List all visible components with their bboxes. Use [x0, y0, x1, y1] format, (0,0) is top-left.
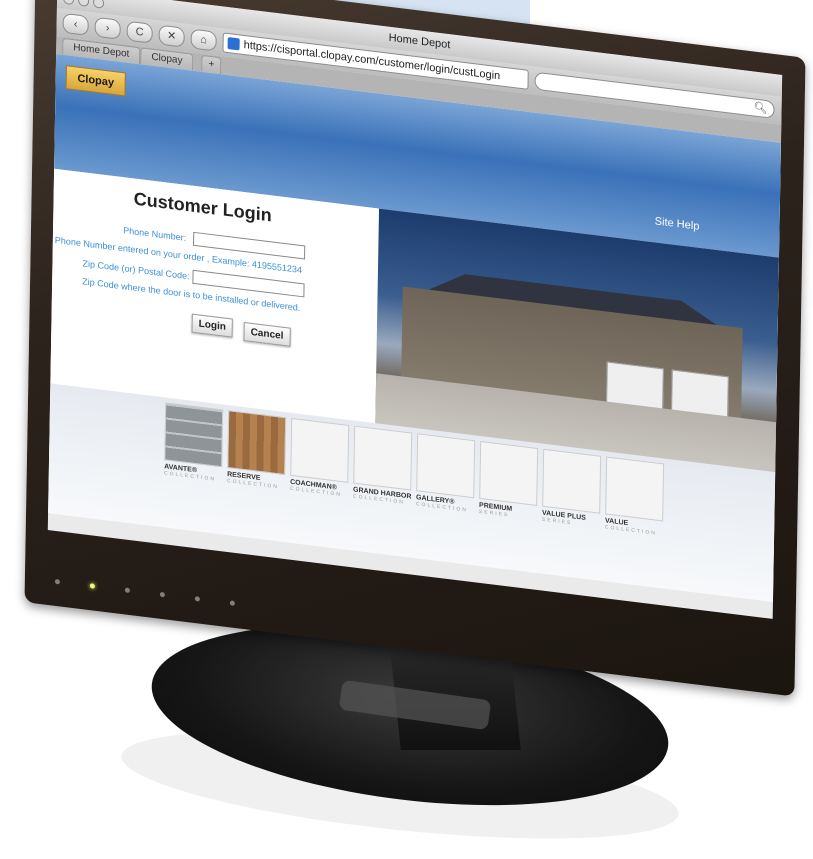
login-panel: Customer Login Phone Number: Phone Numbe… — [50, 168, 380, 424]
collection-item[interactable]: VALUE PLUS SERIES — [542, 448, 605, 530]
cancel-button[interactable]: Cancel — [243, 322, 291, 347]
door-thumbnail — [227, 410, 287, 476]
door-thumbnail — [164, 402, 224, 468]
collection-item[interactable]: COACHMAN® COLLECTION — [290, 417, 353, 499]
collection-item[interactable]: PREMIUM SERIES — [479, 441, 542, 522]
monitor-button[interactable] — [229, 600, 235, 606]
stop-button[interactable]: ✕ — [158, 24, 185, 48]
forward-button[interactable]: › — [94, 16, 121, 40]
monitor: Home Depot ‹ › C ✕ ⌂ https://cisportal.c… — [24, 0, 806, 697]
monitor-button[interactable] — [54, 578, 60, 585]
monitor-button[interactable] — [194, 596, 200, 602]
power-led — [89, 583, 95, 589]
login-button[interactable]: Login — [191, 313, 234, 338]
page-title: Customer Login — [133, 188, 272, 226]
door-thumbnail — [353, 425, 413, 491]
site-help-link[interactable]: Site Help — [655, 215, 700, 232]
clopay-logo[interactable]: Clopay — [65, 65, 126, 97]
collection-item[interactable]: GALLERY® COLLECTION — [416, 433, 479, 514]
door-thumbnail — [290, 417, 350, 483]
collection-item[interactable]: AVANTE® COLLECTION — [164, 402, 227, 483]
collection-item[interactable]: VALUE COLLECTION — [605, 456, 668, 537]
web-page: Clopay Site Help Customer Login Phone Nu… — [48, 53, 781, 602]
lock-icon — [227, 37, 240, 51]
door-thumbnail — [542, 448, 602, 514]
reload-button[interactable]: C — [126, 20, 153, 44]
monitor-buttons — [54, 578, 235, 606]
phone-label: Phone Number: — [123, 225, 187, 243]
door-thumbnail — [416, 433, 476, 499]
collection-item[interactable]: GRAND HARBOR COLLECTION — [353, 425, 416, 507]
door-thumbnail — [605, 456, 665, 522]
back-button[interactable]: ‹ — [62, 12, 89, 36]
search-icon[interactable]: 🔍︎ — [753, 100, 767, 115]
home-button[interactable]: ⌂ — [190, 28, 217, 52]
door-thumbnail — [479, 441, 539, 506]
collection-item[interactable]: RESERVE COLLECTION — [227, 410, 290, 491]
monitor-button[interactable] — [159, 591, 165, 598]
screen: Home Depot ‹ › C ✕ ⌂ https://cisportal.c… — [47, 0, 783, 619]
monitor-button[interactable] — [124, 587, 130, 594]
